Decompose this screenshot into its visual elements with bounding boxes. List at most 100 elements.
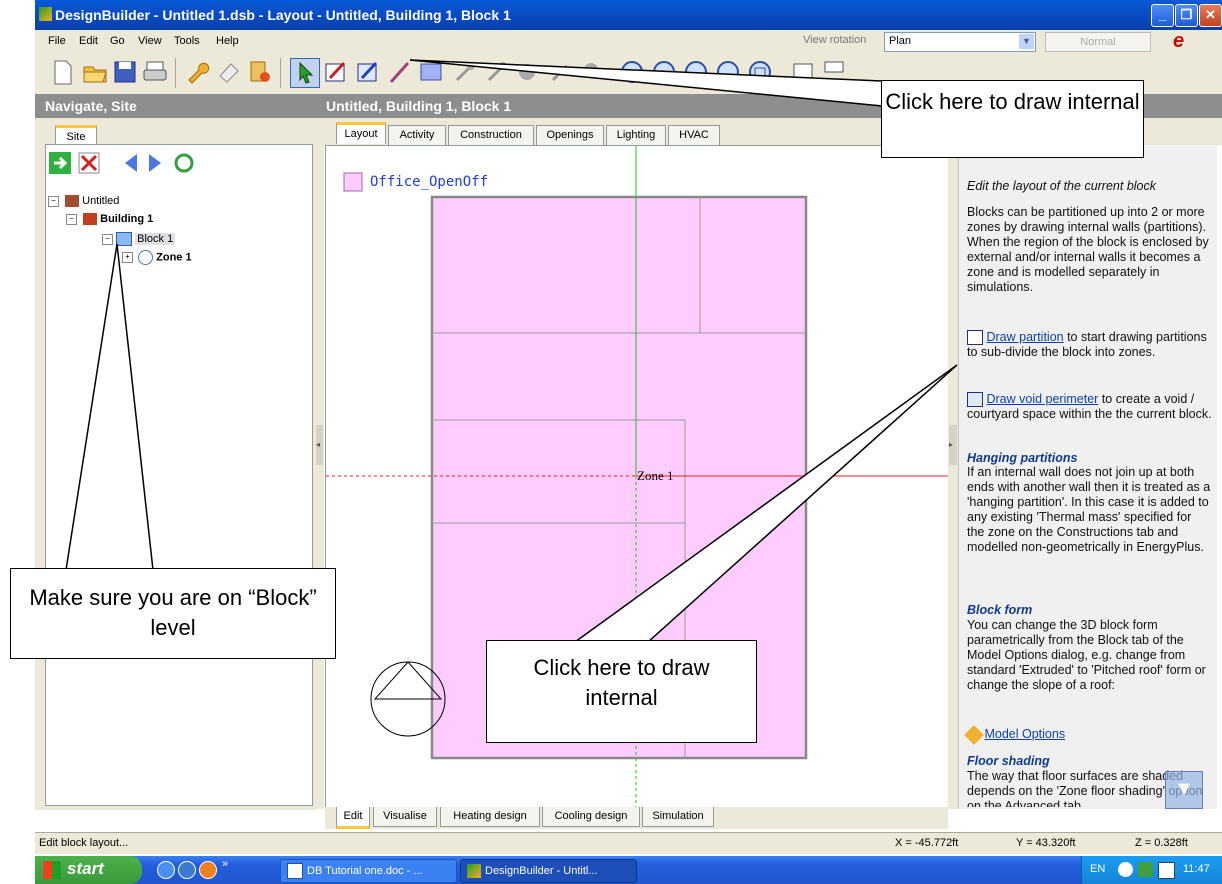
open-folder-icon[interactable] (81, 58, 109, 86)
forward-icon[interactable] (149, 154, 161, 172)
tray-arrow-icon[interactable] (1118, 862, 1133, 877)
tray-network-icon[interactable] (1138, 862, 1153, 877)
collapse-icon[interactable]: − (102, 233, 113, 245)
media-icon[interactable] (199, 861, 217, 879)
collapse-icon[interactable]: − (66, 213, 77, 225)
tree-item-untitled[interactable]: − Untitled (48, 195, 120, 208)
menu-help[interactable]: Help (216, 35, 239, 47)
tree-item-block[interactable]: − Block 1 (102, 232, 176, 246)
draw-partition-link[interactable]: Draw partition (986, 330, 1063, 344)
tab-hvac[interactable]: HVAC (668, 125, 720, 145)
tray-app-icon[interactable] (1158, 862, 1175, 879)
bottom-tab-strip: Edit Visualise Heating design Cooling de… (325, 807, 948, 829)
model-options-link[interactable]: Model Options (984, 727, 1065, 741)
app-icon (39, 7, 52, 21)
draw-void-link[interactable]: Draw void perimeter (986, 392, 1098, 406)
task-word-doc[interactable]: DB Tutorial one.doc - ... (280, 859, 457, 883)
status-z: Z = 0.328ft (1135, 837, 1188, 849)
hatch-icon[interactable] (417, 58, 445, 86)
view-rotation-label: View rotation (803, 34, 867, 46)
help-draw-void: Draw void perimeter to create a void / c… (967, 392, 1212, 422)
select-arrow-icon[interactable] (290, 58, 320, 88)
collapse-right-icon[interactable]: ▸ (949, 425, 957, 465)
tool-disabled-5-icon[interactable] (577, 58, 605, 86)
tab-activity[interactable]: Activity (388, 125, 446, 145)
scroll-down-icon[interactable]: ▼ (1165, 771, 1203, 809)
navigate-panel-title: Navigate, Site (45, 98, 137, 114)
tab-edit[interactable]: Edit (336, 807, 370, 829)
zoom-extents-icon[interactable] (682, 58, 710, 86)
language-indicator[interactable]: EN (1090, 863, 1105, 875)
tool-disabled-2-icon[interactable] (483, 58, 511, 86)
zoom-window-icon[interactable] (746, 58, 774, 86)
tree-label-zone: Zone 1 (156, 251, 192, 264)
tab-visualise[interactable]: Visualise (373, 807, 437, 827)
wrench-small-icon (964, 724, 984, 745)
zoom-icon[interactable]: ± (650, 58, 678, 86)
draw-void-icon[interactable] (354, 58, 382, 86)
tab-layout[interactable]: Layout (336, 122, 386, 144)
left-splitter[interactable]: ◂ (316, 145, 324, 809)
tab-cooling-design[interactable]: Cooling design (542, 807, 640, 827)
task-designbuilder[interactable]: DesignBuilder - Untitl... (460, 859, 637, 883)
help-model-options: Model Options (964, 724, 1212, 745)
help-subtitle: Edit the layout of the current block (967, 179, 1156, 193)
rotate-view-icon[interactable] (618, 58, 646, 86)
nav-toolbar (49, 152, 194, 174)
start-button[interactable]: start (35, 856, 142, 884)
menu-file[interactable]: File (48, 35, 66, 47)
report-icon[interactable] (246, 58, 274, 86)
view-mode-box[interactable]: Normal (1045, 32, 1151, 52)
task-designbuilder-label: DesignBuilder - Untitl... (485, 865, 598, 877)
task-word-label: DB Tutorial one.doc - ... (307, 865, 423, 877)
draw-line-icon[interactable] (386, 58, 414, 86)
collapse-left-icon[interactable]: ◂ (316, 425, 323, 465)
layout-icon[interactable] (820, 58, 848, 86)
tool-disabled-3-icon[interactable] (513, 58, 541, 86)
menu-edit[interactable]: Edit (79, 35, 98, 47)
go-forward-icon[interactable] (49, 152, 71, 174)
browser-icon[interactable] (178, 861, 196, 879)
save-icon[interactable] (111, 58, 139, 86)
system-tray: EN 11:47 (1081, 856, 1222, 884)
model-tree: − Untitled − Building 1 − Block 1 + Zone… (45, 144, 313, 806)
tab-lighting[interactable]: Lighting (606, 125, 666, 145)
tree-label-block: Block 1 (135, 232, 176, 245)
chevron-down-icon[interactable]: ▼ (1019, 34, 1034, 49)
tree-label-untitled: Untitled (82, 195, 120, 207)
ie-icon[interactable] (157, 861, 175, 879)
draw-partition-icon[interactable] (322, 58, 350, 86)
menu-go[interactable]: Go (110, 35, 125, 47)
title-bar: DesignBuilder - Untitled 1.dsb - Layout … (35, 0, 1222, 30)
quicklaunch-more-icon[interactable]: » (222, 858, 228, 870)
properties-icon[interactable] (789, 58, 817, 86)
minimize-button[interactable]: _ (1151, 4, 1174, 27)
menu-tools[interactable]: Tools (174, 35, 200, 47)
close-button[interactable]: ✕ (1199, 4, 1222, 27)
tab-openings[interactable]: Openings (536, 125, 604, 145)
tree-item-zone[interactable]: + Zone 1 (122, 250, 192, 265)
new-file-icon[interactable] (48, 58, 76, 86)
tool-disabled-1-icon[interactable] (451, 58, 479, 86)
tab-construction[interactable]: Construction (448, 125, 534, 145)
tab-simulation[interactable]: Simulation (642, 807, 714, 827)
zone-icon (138, 250, 154, 265)
view-rotation-select[interactable]: Plan ▼ (884, 32, 1036, 52)
tab-heating-design[interactable]: Heating design (440, 807, 540, 827)
eraser-icon[interactable] (215, 58, 243, 86)
collapse-icon[interactable]: − (48, 195, 59, 207)
right-splitter[interactable]: ▸ (948, 145, 958, 809)
hanging-partitions-heading: Hanging partitions (967, 451, 1078, 465)
tree-item-building[interactable]: − Building 1 (66, 213, 153, 226)
wrench-icon[interactable] (183, 58, 211, 86)
pan-icon[interactable] (714, 58, 742, 86)
refresh-icon[interactable] (174, 153, 194, 173)
menu-view[interactable]: View (138, 35, 162, 47)
back-icon[interactable] (125, 154, 137, 172)
building-icon (83, 213, 98, 226)
expand-icon[interactable]: + (122, 252, 133, 263)
tool-disabled-4-icon[interactable] (547, 58, 575, 86)
delete-icon[interactable] (78, 152, 100, 174)
print-icon[interactable] (141, 58, 169, 86)
maximize-button[interactable]: ❐ (1175, 4, 1198, 27)
